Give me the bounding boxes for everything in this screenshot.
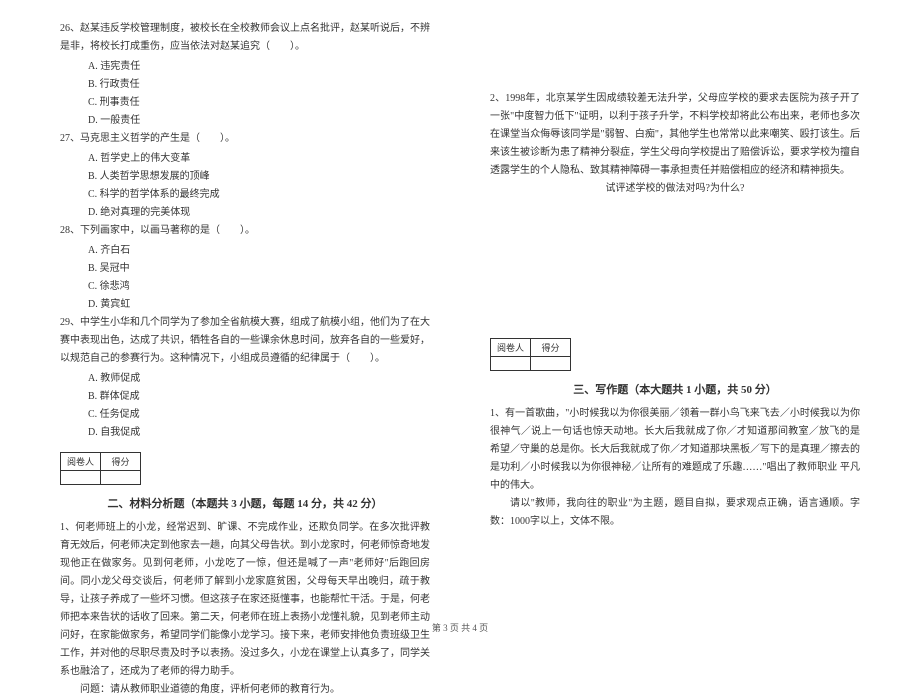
q27-opt-b: B. 人类哲学思想发展的顶峰 <box>88 168 430 186</box>
q27-opt-d: D. 绝对真理的完美体现 <box>88 204 430 222</box>
analysis1-p2: 问题：请从教师职业道德的角度，评析何老师的教育行为。 <box>60 681 430 699</box>
q26-opt-c: C. 刑事责任 <box>88 94 430 112</box>
analysis1-p1: 1、何老师班上的小龙，经常迟到、旷课、不完成作业，还欺负同学。在多次批评教育无效… <box>60 519 430 681</box>
essay-p2: 请以"教师，我向往的职业"为主题，题目自拟，要求观点正确，语言通顺。字数：100… <box>490 495 860 531</box>
section2-title: 二、材料分析题（本题共 3 小题，每题 14 分，共 42 分） <box>60 495 430 511</box>
section3-title: 三、写作题（本大题共 1 小题，共 50 分） <box>490 381 860 397</box>
score-box3-score-value <box>531 357 571 371</box>
q29-stem: 29、中学生小华和几个同学为了参加全省航模大赛，组成了航模小组，他们为了在大赛中… <box>60 314 430 368</box>
q29-opt-c: C. 任务促成 <box>88 406 430 424</box>
score-box-section3: 阅卷人 得分 <box>490 338 571 371</box>
q26-opt-a: A. 违宪责任 <box>88 58 430 76</box>
q29-opt-d: D. 自我促成 <box>88 424 430 442</box>
q28-options: A. 齐白石 B. 吴冠中 C. 徐悲鸿 D. 黄宾虹 <box>60 242 430 314</box>
score-box-score-value <box>101 471 141 485</box>
q26-opt-b: B. 行政责任 <box>88 76 430 94</box>
score-box3-grader-label: 阅卷人 <box>491 339 531 357</box>
q28-stem: 28、下列画家中，以画马著称的是（ ）。 <box>60 222 430 240</box>
q26-opt-d: D. 一般责任 <box>88 112 430 130</box>
analysis2-p2: 试评述学校的做法对吗?为什么? <box>490 180 860 198</box>
left-column: 26、赵某违反学校管理制度，被校长在全校教师会议上点名批评，赵某听说后，不辨是非… <box>50 20 460 640</box>
mid-spacer <box>490 198 860 328</box>
q29-options: A. 教师促成 B. 群体促成 C. 任务促成 D. 自我促成 <box>60 370 430 442</box>
q28-opt-b: B. 吴冠中 <box>88 260 430 278</box>
q26-options: A. 违宪责任 B. 行政责任 C. 刑事责任 D. 一般责任 <box>60 58 430 130</box>
score-box-section2: 阅卷人 得分 <box>60 452 141 485</box>
q28-opt-d: D. 黄宾虹 <box>88 296 430 314</box>
score-box-grader-label: 阅卷人 <box>61 453 101 471</box>
right-column: 2、1998年，北京某学生因成绩较差无法升学，父母应学校的要求去医院为孩子开了一… <box>460 20 870 640</box>
q29-opt-a: A. 教师促成 <box>88 370 430 388</box>
q29-opt-b: B. 群体促成 <box>88 388 430 406</box>
top-spacer <box>490 20 860 90</box>
score-box3-grader-value <box>491 357 531 371</box>
q28-opt-a: A. 齐白石 <box>88 242 430 260</box>
q27-stem: 27、马克思主义哲学的产生是（ ）。 <box>60 130 430 148</box>
score-box-grader-value <box>61 471 101 485</box>
score-box-score-label: 得分 <box>101 453 141 471</box>
q26-stem: 26、赵某违反学校管理制度，被校长在全校教师会议上点名批评，赵某听说后，不辨是非… <box>60 20 430 56</box>
q27-opt-a: A. 哲学史上的伟大变革 <box>88 150 430 168</box>
q27-options: A. 哲学史上的伟大变革 B. 人类哲学思想发展的顶峰 C. 科学的哲学体系的最… <box>60 150 430 222</box>
q28-opt-c: C. 徐悲鸿 <box>88 278 430 296</box>
q27-opt-c: C. 科学的哲学体系的最终完成 <box>88 186 430 204</box>
page-footer: 第 3 页 共 4 页 <box>0 621 920 634</box>
analysis2-p1: 2、1998年，北京某学生因成绩较差无法升学，父母应学校的要求去医院为孩子开了一… <box>490 90 860 180</box>
essay-p1: 1、有一首歌曲，"小时候我以为你很美丽／领着一群小鸟飞来飞去／小时候我以为你很神… <box>490 405 860 495</box>
score-box3-score-label: 得分 <box>531 339 571 357</box>
